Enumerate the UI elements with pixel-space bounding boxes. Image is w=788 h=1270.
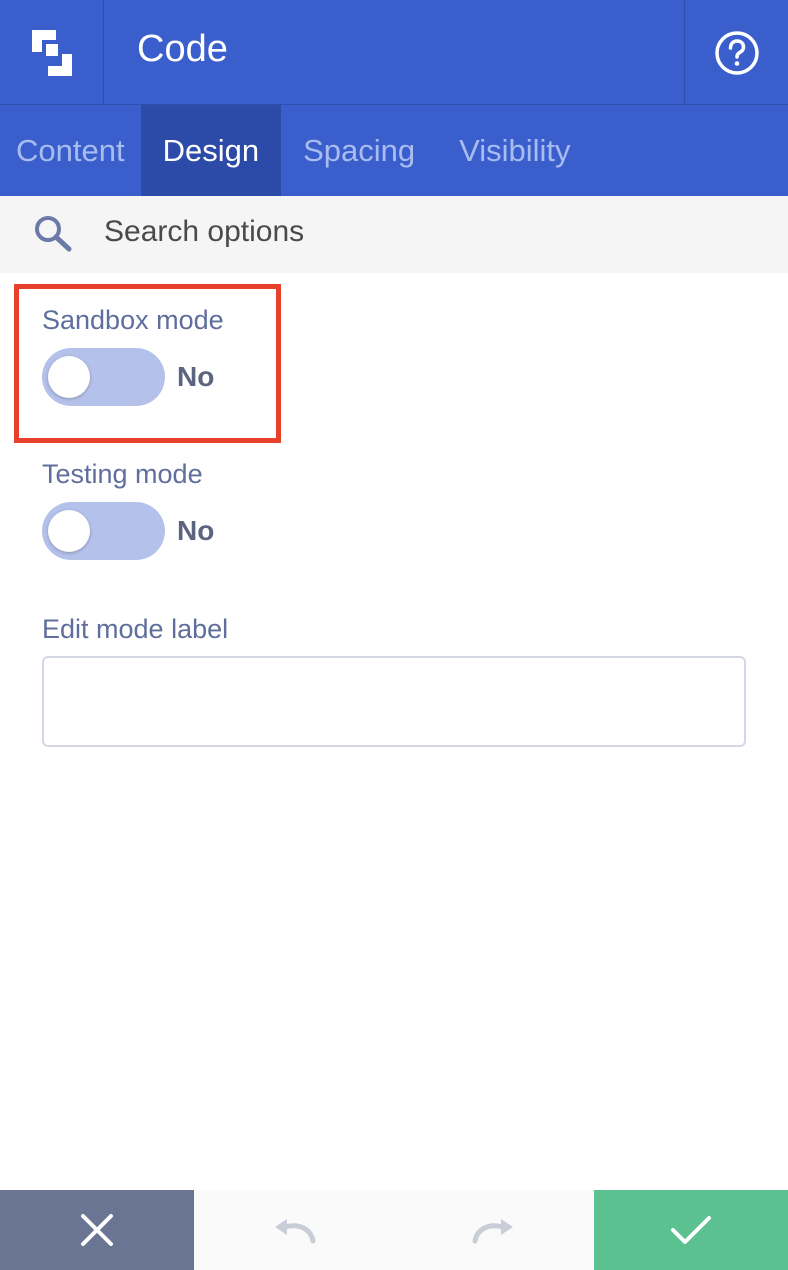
builder-logo-icon <box>31 29 72 76</box>
testing-mode-toggle[interactable] <box>42 502 165 560</box>
tab-visibility[interactable]: Visibility <box>437 105 586 196</box>
sandbox-mode-state: No <box>177 361 215 392</box>
sandbox-mode-toggle[interactable] <box>42 348 165 406</box>
toggle-knob <box>48 356 90 398</box>
search-icon <box>35 216 72 252</box>
redo-icon <box>472 1219 513 1244</box>
redo-button[interactable] <box>394 1190 594 1270</box>
tab-design[interactable]: Design <box>140 105 282 196</box>
logo[interactable] <box>0 0 104 105</box>
undo-icon <box>275 1219 316 1244</box>
panel-title: Code <box>137 28 228 70</box>
panel-header: Code <box>0 0 788 105</box>
edit-mode-label-label: Edit mode label <box>42 614 229 644</box>
sandbox-mode-label: Sandbox mode <box>42 305 224 335</box>
testing-mode-label: Testing mode <box>42 459 203 489</box>
tab-spacing[interactable]: Spacing <box>281 105 437 196</box>
check-icon <box>671 1216 711 1244</box>
help-circle-icon <box>714 30 759 75</box>
undo-button[interactable] <box>194 1190 394 1270</box>
confirm-button[interactable] <box>594 1190 788 1270</box>
sandbox-mode-field: No <box>42 348 214 406</box>
toggle-knob <box>48 510 90 552</box>
testing-mode-state: No <box>177 515 215 546</box>
cancel-button[interactable] <box>0 1190 194 1270</box>
help-button[interactable] <box>684 0 788 105</box>
tab-content[interactable]: Content <box>0 105 141 196</box>
edit-mode-label-input[interactable] <box>42 656 746 747</box>
search-input[interactable] <box>104 210 744 254</box>
testing-mode-field: No <box>42 502 214 560</box>
tab-bar: Content Design Spacing Visibility <box>0 105 788 196</box>
footer-actions <box>0 1190 788 1270</box>
close-icon <box>81 1214 113 1246</box>
search-bar <box>0 196 788 273</box>
